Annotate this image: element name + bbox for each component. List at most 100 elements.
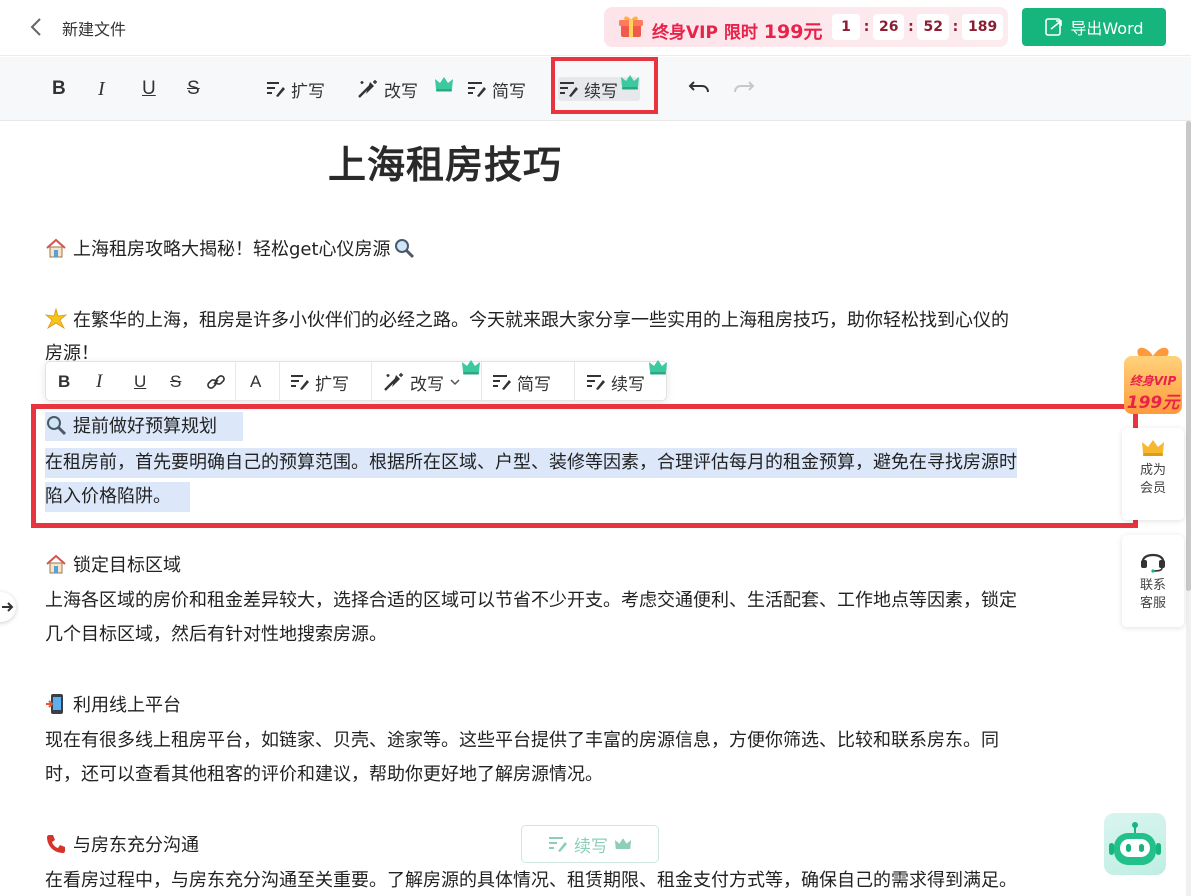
rewrite-label: 改写 [384, 81, 418, 102]
section-1-heading-text: 提前做好预算规划 [73, 416, 217, 437]
export-label: 导出Word [1070, 19, 1144, 38]
section-3-heading[interactable]: 利用线上平台 [45, 693, 181, 718]
scrollbar-thumb[interactable] [1186, 121, 1191, 591]
undo-icon[interactable] [688, 79, 710, 97]
app-header: 新建文件 终身VIP 限时 199元 1 : 26 : 52 : 189 导出W… [0, 0, 1191, 56]
magnifier-icon [394, 239, 414, 259]
ai-assistant-robot-button[interactable] [1104, 813, 1166, 875]
headset-icon [1141, 553, 1165, 573]
section-2-line-2[interactable]: 几个目标区域，然后有针对性地搜索房源。 [45, 623, 387, 647]
telephone-icon [47, 835, 65, 853]
float-strikethrough-button[interactable]: S [170, 371, 181, 393]
float-rewrite-label: 改写 [410, 374, 444, 395]
float-underline-button[interactable]: U [134, 371, 146, 393]
house-icon [46, 554, 66, 574]
section-1-line-2-text: 陷入价格陷阱。 [45, 482, 190, 512]
mobile-phone-icon [46, 694, 63, 714]
contact-support-button[interactable]: 联系 客服 [1122, 535, 1184, 627]
timer-minutes: 26 [873, 14, 905, 40]
house-icon [46, 238, 66, 258]
rewrite-button[interactable]: 改写 [357, 76, 418, 102]
vip-label: 终身VIP [652, 23, 718, 43]
continue-writing-icon [587, 375, 605, 390]
underline-button[interactable]: U [142, 76, 156, 102]
section-1-line-1[interactable]: 在租房前，首先要明确自己的预算范围。根据所在区域、户型、装修等因素，合理评估每月… [45, 448, 1017, 478]
service-line-2: 客服 [1139, 596, 1166, 611]
vip-promo-banner[interactable]: 终身VIP 限时 199元 1 : 26 : 52 : 189 [604, 7, 1008, 47]
float-simplify-label: 简写 [517, 374, 551, 395]
side-vip-promo[interactable]: 终身VIP 199元 [1120, 336, 1186, 420]
selection-toolbar: B I U S A 扩写 改写 简写 续写 [45, 360, 667, 402]
italic-button[interactable]: I [98, 76, 105, 102]
font-color-button[interactable]: A [250, 371, 261, 393]
section-2-heading[interactable]: 锁定目标区域 [45, 553, 181, 578]
continue-writing-icon [549, 837, 567, 852]
continue-writing-icon [560, 82, 578, 97]
redo-icon[interactable] [733, 79, 755, 97]
float-continue-button[interactable]: 续写 [586, 371, 645, 395]
simplify-button[interactable]: 简写 [467, 76, 526, 102]
section-2-heading-text: 锁定目标区域 [73, 555, 181, 576]
float-expand-button[interactable]: 扩写 [290, 371, 349, 395]
expand-button[interactable]: 扩写 [266, 76, 325, 102]
simplify-icon [468, 82, 486, 97]
paragraph-1[interactable]: 在繁华的上海，租房是许多小伙伴们的必经之路。今天就来跟大家分享一些实用的上海租房… [45, 308, 1009, 333]
section-2-line-1[interactable]: 上海各区域的房价和租金差异较大，选择合适的区域可以节省不少开支。考虑交通便利、生… [45, 589, 1017, 613]
section-1-line-2[interactable]: 陷入价格陷阱。 [45, 482, 190, 512]
continue-writing-button[interactable]: 续写 [559, 76, 618, 102]
float-bold-button[interactable]: B [58, 371, 70, 393]
magic-wand-icon [384, 373, 403, 391]
service-line-1: 联系 [1139, 578, 1166, 593]
timer-milliseconds: 189 [961, 14, 1004, 40]
vip-offer-text: 终身VIP 限时 199元 [652, 17, 822, 44]
bottom-continue-label: 续写 [574, 836, 608, 857]
float-expand-label: 扩写 [315, 374, 349, 395]
expand-label: 扩写 [291, 81, 325, 102]
robot-icon [1109, 822, 1161, 865]
export-word-button[interactable]: 导出Word [1022, 8, 1166, 46]
expand-icon [267, 82, 285, 97]
document-title[interactable]: 上海租房技巧 [328, 134, 562, 189]
timer-seconds: 52 [917, 14, 949, 40]
float-continue-label: 续写 [611, 374, 645, 395]
section-3-line-1[interactable]: 现在有很多线上租房平台，如链家、贝壳、途家等。这些平台提供了丰富的房源信息，方便… [45, 729, 999, 753]
side-promo-price: 199元 [1126, 393, 1180, 413]
continue-label: 续写 [584, 81, 618, 102]
section-1-line-1-text: 在租房前，首先要明确自己的预算范围。根据所在区域、户型、装修等因素，合理评估每月… [45, 448, 1017, 478]
link-icon[interactable] [206, 372, 226, 392]
chevron-down-icon [450, 379, 460, 386]
side-promo-label: 终身VIP [1129, 374, 1177, 388]
paragraph-1-line-1: 在繁华的上海，租房是许多小伙伴们的必经之路。今天就来跟大家分享一些实用的上海租房… [73, 310, 1009, 331]
sidebar-toggle-handle[interactable] [0, 592, 16, 622]
intro-line[interactable]: 上海租房攻略大揭秘！轻松get心仪房源 [45, 237, 421, 262]
vip-crown-icon [649, 360, 667, 375]
magic-wand-icon [358, 80, 377, 98]
member-line-1: 成为 [1139, 463, 1166, 478]
member-line-2: 会员 [1139, 481, 1166, 496]
back-arrow-icon[interactable] [26, 16, 48, 38]
vip-price: 199元 [763, 21, 823, 43]
section-4-line-1[interactable]: 在看房过程中，与房东充分沟通至关重要。了解房源的具体情况、租赁期限、租金支付方式… [45, 869, 1017, 893]
section-3-line-2[interactable]: 时，还可以查看其他租客的评价和建议，帮助你更好地了解房源情况。 [45, 763, 603, 787]
simplify-icon [493, 375, 511, 390]
vip-crown-icon [621, 75, 639, 90]
bold-button[interactable]: B [52, 76, 66, 102]
float-rewrite-button[interactable]: 改写 [383, 371, 461, 395]
section-1-heading[interactable]: 提前做好预算规划 [45, 412, 243, 441]
float-italic-button[interactable]: I [96, 371, 102, 393]
document-name[interactable]: 新建文件 [62, 16, 126, 40]
sparkle-icon [45, 308, 67, 330]
float-simplify-button[interactable]: 简写 [492, 371, 551, 395]
become-member-button[interactable]: 成为 会员 [1122, 428, 1184, 520]
vip-limited: 限时 [723, 23, 758, 43]
intro-text: 上海租房攻略大揭秘！轻松get心仪房源 [73, 239, 391, 260]
vip-crown-icon [462, 360, 480, 375]
bottom-continue-button[interactable]: 续写 [521, 825, 659, 863]
section-4-heading-text: 与房东充分沟通 [73, 835, 199, 856]
section-4-heading[interactable]: 与房东充分沟通 [45, 833, 199, 858]
gift-icon [619, 16, 643, 37]
crown-icon [1142, 440, 1164, 456]
strikethrough-button[interactable]: S [187, 76, 200, 102]
vip-crown-icon [435, 77, 453, 92]
magnifier-icon [47, 416, 67, 436]
